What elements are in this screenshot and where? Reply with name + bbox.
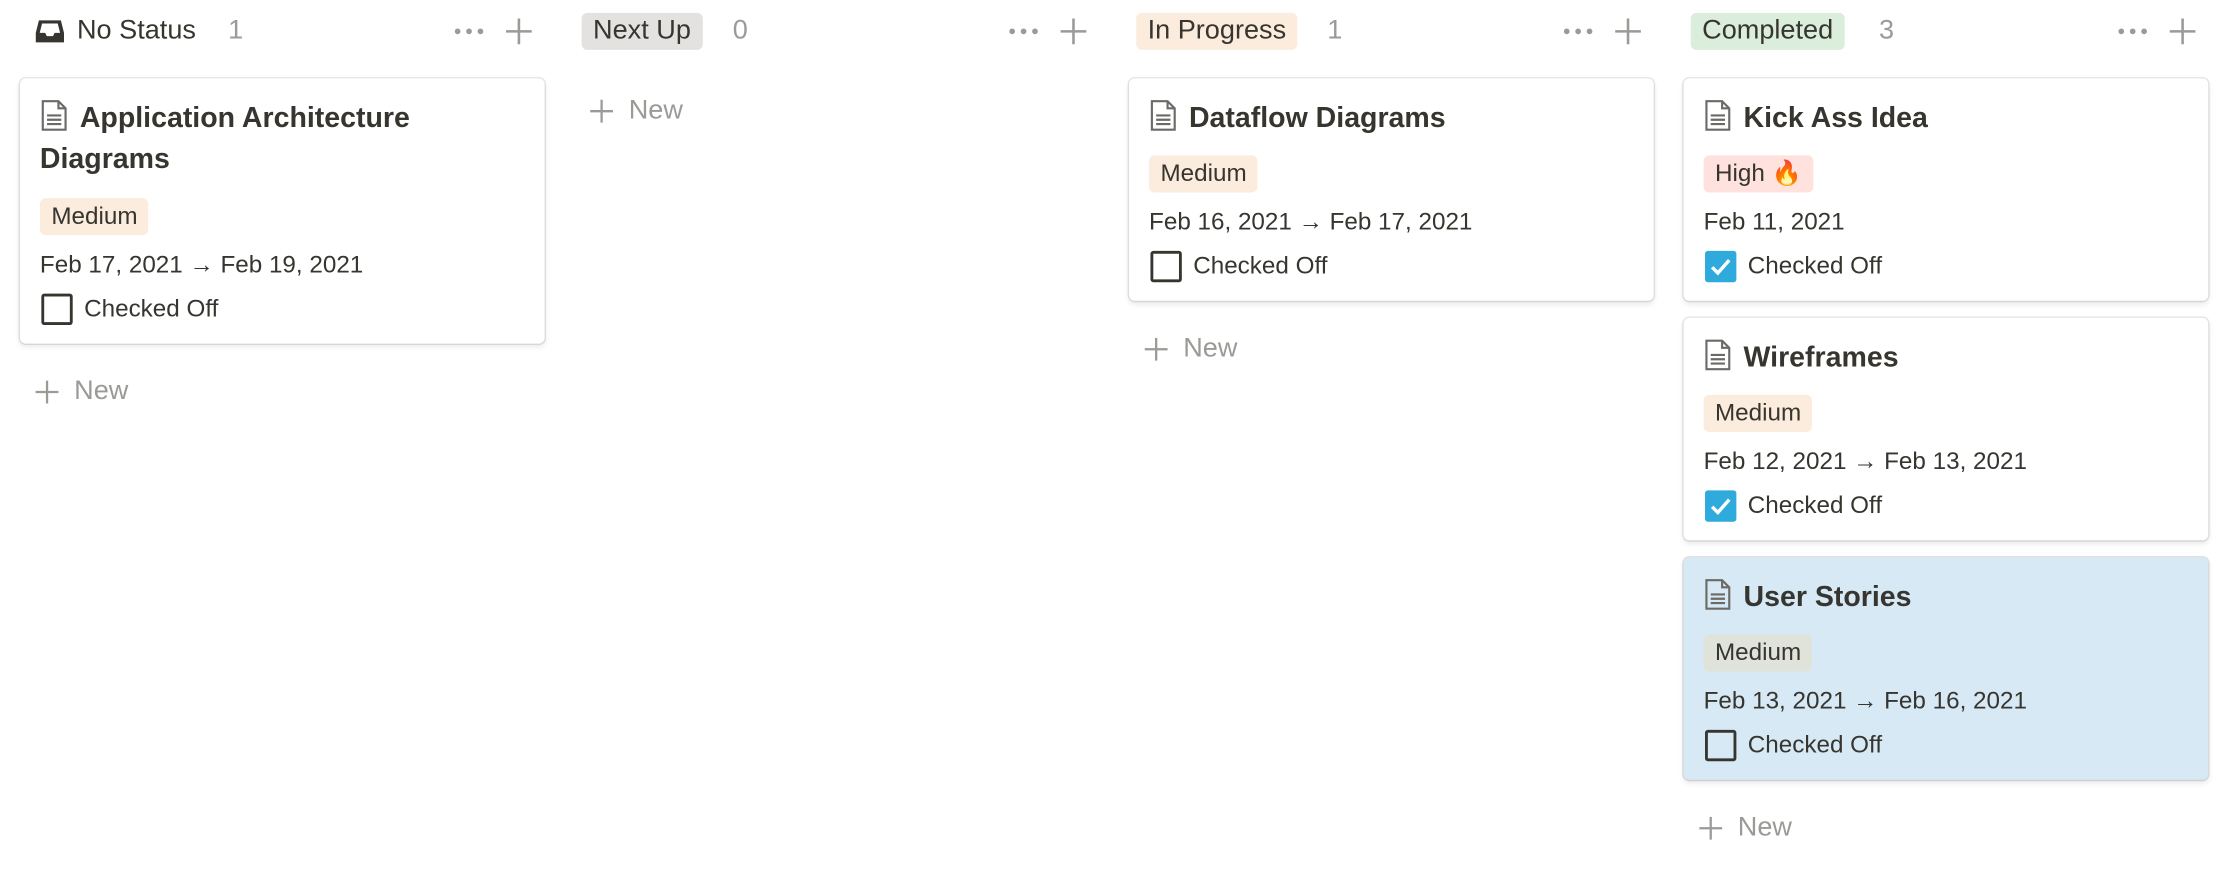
plus-icon — [35, 380, 59, 404]
document-icon — [1705, 579, 1731, 610]
priority-tag: Medium — [1149, 155, 1259, 193]
add-icon[interactable] — [1056, 14, 1090, 48]
priority-tag: Medium — [1703, 394, 1813, 432]
card[interactable]: Dataflow Diagrams Medium Feb 16, 2021 → … — [1129, 78, 1654, 301]
document-icon — [1705, 100, 1731, 131]
document-icon — [1150, 100, 1176, 131]
new-card-button[interactable]: New — [586, 90, 871, 133]
checked-off-property: Checked Off — [1704, 249, 2132, 283]
more-options-icon[interactable] — [452, 14, 486, 48]
checked-off-property: Checked Off — [1704, 728, 2132, 762]
checkbox-label: Checked Off — [1193, 252, 1328, 280]
checked-off-property: Checked Off — [40, 292, 468, 326]
date-range: Feb 17, 2021 → Feb 19, 2021 — [39, 250, 364, 278]
priority-tag: Medium — [39, 198, 149, 236]
checked-off-property: Checked Off — [1704, 489, 2132, 523]
date-range: Feb 12, 2021 → Feb 13, 2021 — [1703, 447, 2027, 475]
column-count: 0 — [732, 15, 748, 46]
card-title-text: Wireframes — [1743, 342, 1899, 374]
card[interactable]: Application Architecture Diagrams Medium… — [19, 78, 545, 344]
more-options-icon[interactable] — [1561, 14, 1595, 48]
date: Feb 11, 2021 — [1703, 208, 1845, 236]
new-card-label: New — [628, 95, 683, 126]
new-card-button[interactable]: New — [31, 371, 316, 414]
checkbox-label: Checked Off — [1747, 491, 1883, 519]
checked-off-property: Checked Off — [1149, 249, 1577, 283]
date-range: Feb 16, 2021 → Feb 17, 2021 — [1149, 208, 1473, 236]
checkbox[interactable] — [1705, 250, 1737, 283]
column-header: Next Up 0 — [575, 11, 1100, 51]
more-options-icon[interactable] — [1006, 14, 1040, 48]
card-title: Wireframes — [1704, 338, 2189, 379]
card-selected[interactable]: User Stories Medium Feb 13, 2021 → Feb 1… — [1683, 557, 2209, 780]
column-header: In Progress 1 — [1129, 11, 1654, 51]
card[interactable]: Wireframes Medium Feb 12, 2021 → Feb 13,… — [1683, 317, 2209, 541]
checkbox-label: Checked Off — [84, 295, 219, 323]
document-icon — [41, 100, 67, 131]
card-title-text: Dataflow Diagrams — [1188, 102, 1446, 135]
column-title: In Progress — [1136, 12, 1298, 50]
kanban-board: No Status 1 Application Architecture Dia… — [0, 0, 2224, 884]
checkbox-label: Checked Off — [1747, 731, 1883, 759]
more-options-icon[interactable] — [2116, 14, 2150, 48]
add-icon[interactable] — [502, 14, 536, 48]
plus-icon — [1144, 337, 1168, 361]
new-card-label: New — [74, 376, 129, 407]
column-count: 1 — [228, 15, 244, 46]
new-card-label: New — [1183, 333, 1238, 364]
column-title: Next Up — [581, 12, 703, 50]
card-title: User Stories — [1704, 577, 2189, 618]
card-title: Application Architecture Diagrams — [40, 98, 525, 181]
add-icon[interactable] — [1611, 14, 1645, 48]
column-header: No Status 1 — [20, 11, 545, 51]
checkbox[interactable] — [1150, 250, 1182, 283]
priority-tag: High 🔥 — [1703, 155, 1814, 193]
inbox-icon — [35, 20, 65, 43]
card-title: Kick Ass Idea — [1704, 98, 2189, 139]
column-title: No Status — [76, 15, 196, 46]
new-card-label: New — [1737, 812, 1793, 843]
plus-icon — [590, 99, 614, 123]
checkmark-icon — [1710, 259, 1731, 276]
plus-icon — [1699, 816, 1723, 840]
priority-tag: Medium — [1703, 634, 1813, 672]
card-title-text: User Stories — [1743, 581, 1912, 614]
card-title-text: Kick Ass Idea — [1743, 102, 1928, 135]
new-card-button[interactable]: New — [1140, 328, 1425, 371]
new-card-button[interactable]: New — [1695, 807, 1980, 850]
date-range: Feb 13, 2021 → Feb 16, 2021 — [1703, 687, 2027, 715]
document-icon — [1705, 339, 1731, 371]
checkmark-icon — [1710, 498, 1731, 515]
card-title: Dataflow Diagrams — [1149, 98, 1634, 139]
checkbox[interactable] — [1705, 490, 1737, 522]
checkbox[interactable] — [1705, 729, 1737, 762]
checkbox[interactable] — [41, 293, 73, 326]
card[interactable]: Kick Ass Idea High 🔥 Feb 11, 2021 Checke… — [1683, 78, 2209, 301]
column-count: 3 — [1878, 15, 1895, 46]
column-title: Completed — [1690, 12, 1845, 50]
column-header: Completed 3 — [1684, 11, 2209, 51]
column-count: 1 — [1327, 15, 1343, 46]
checkbox-label: Checked Off — [1747, 252, 1883, 280]
add-icon[interactable] — [2165, 14, 2199, 48]
card-title-text: Application Architecture Diagrams — [39, 102, 410, 176]
